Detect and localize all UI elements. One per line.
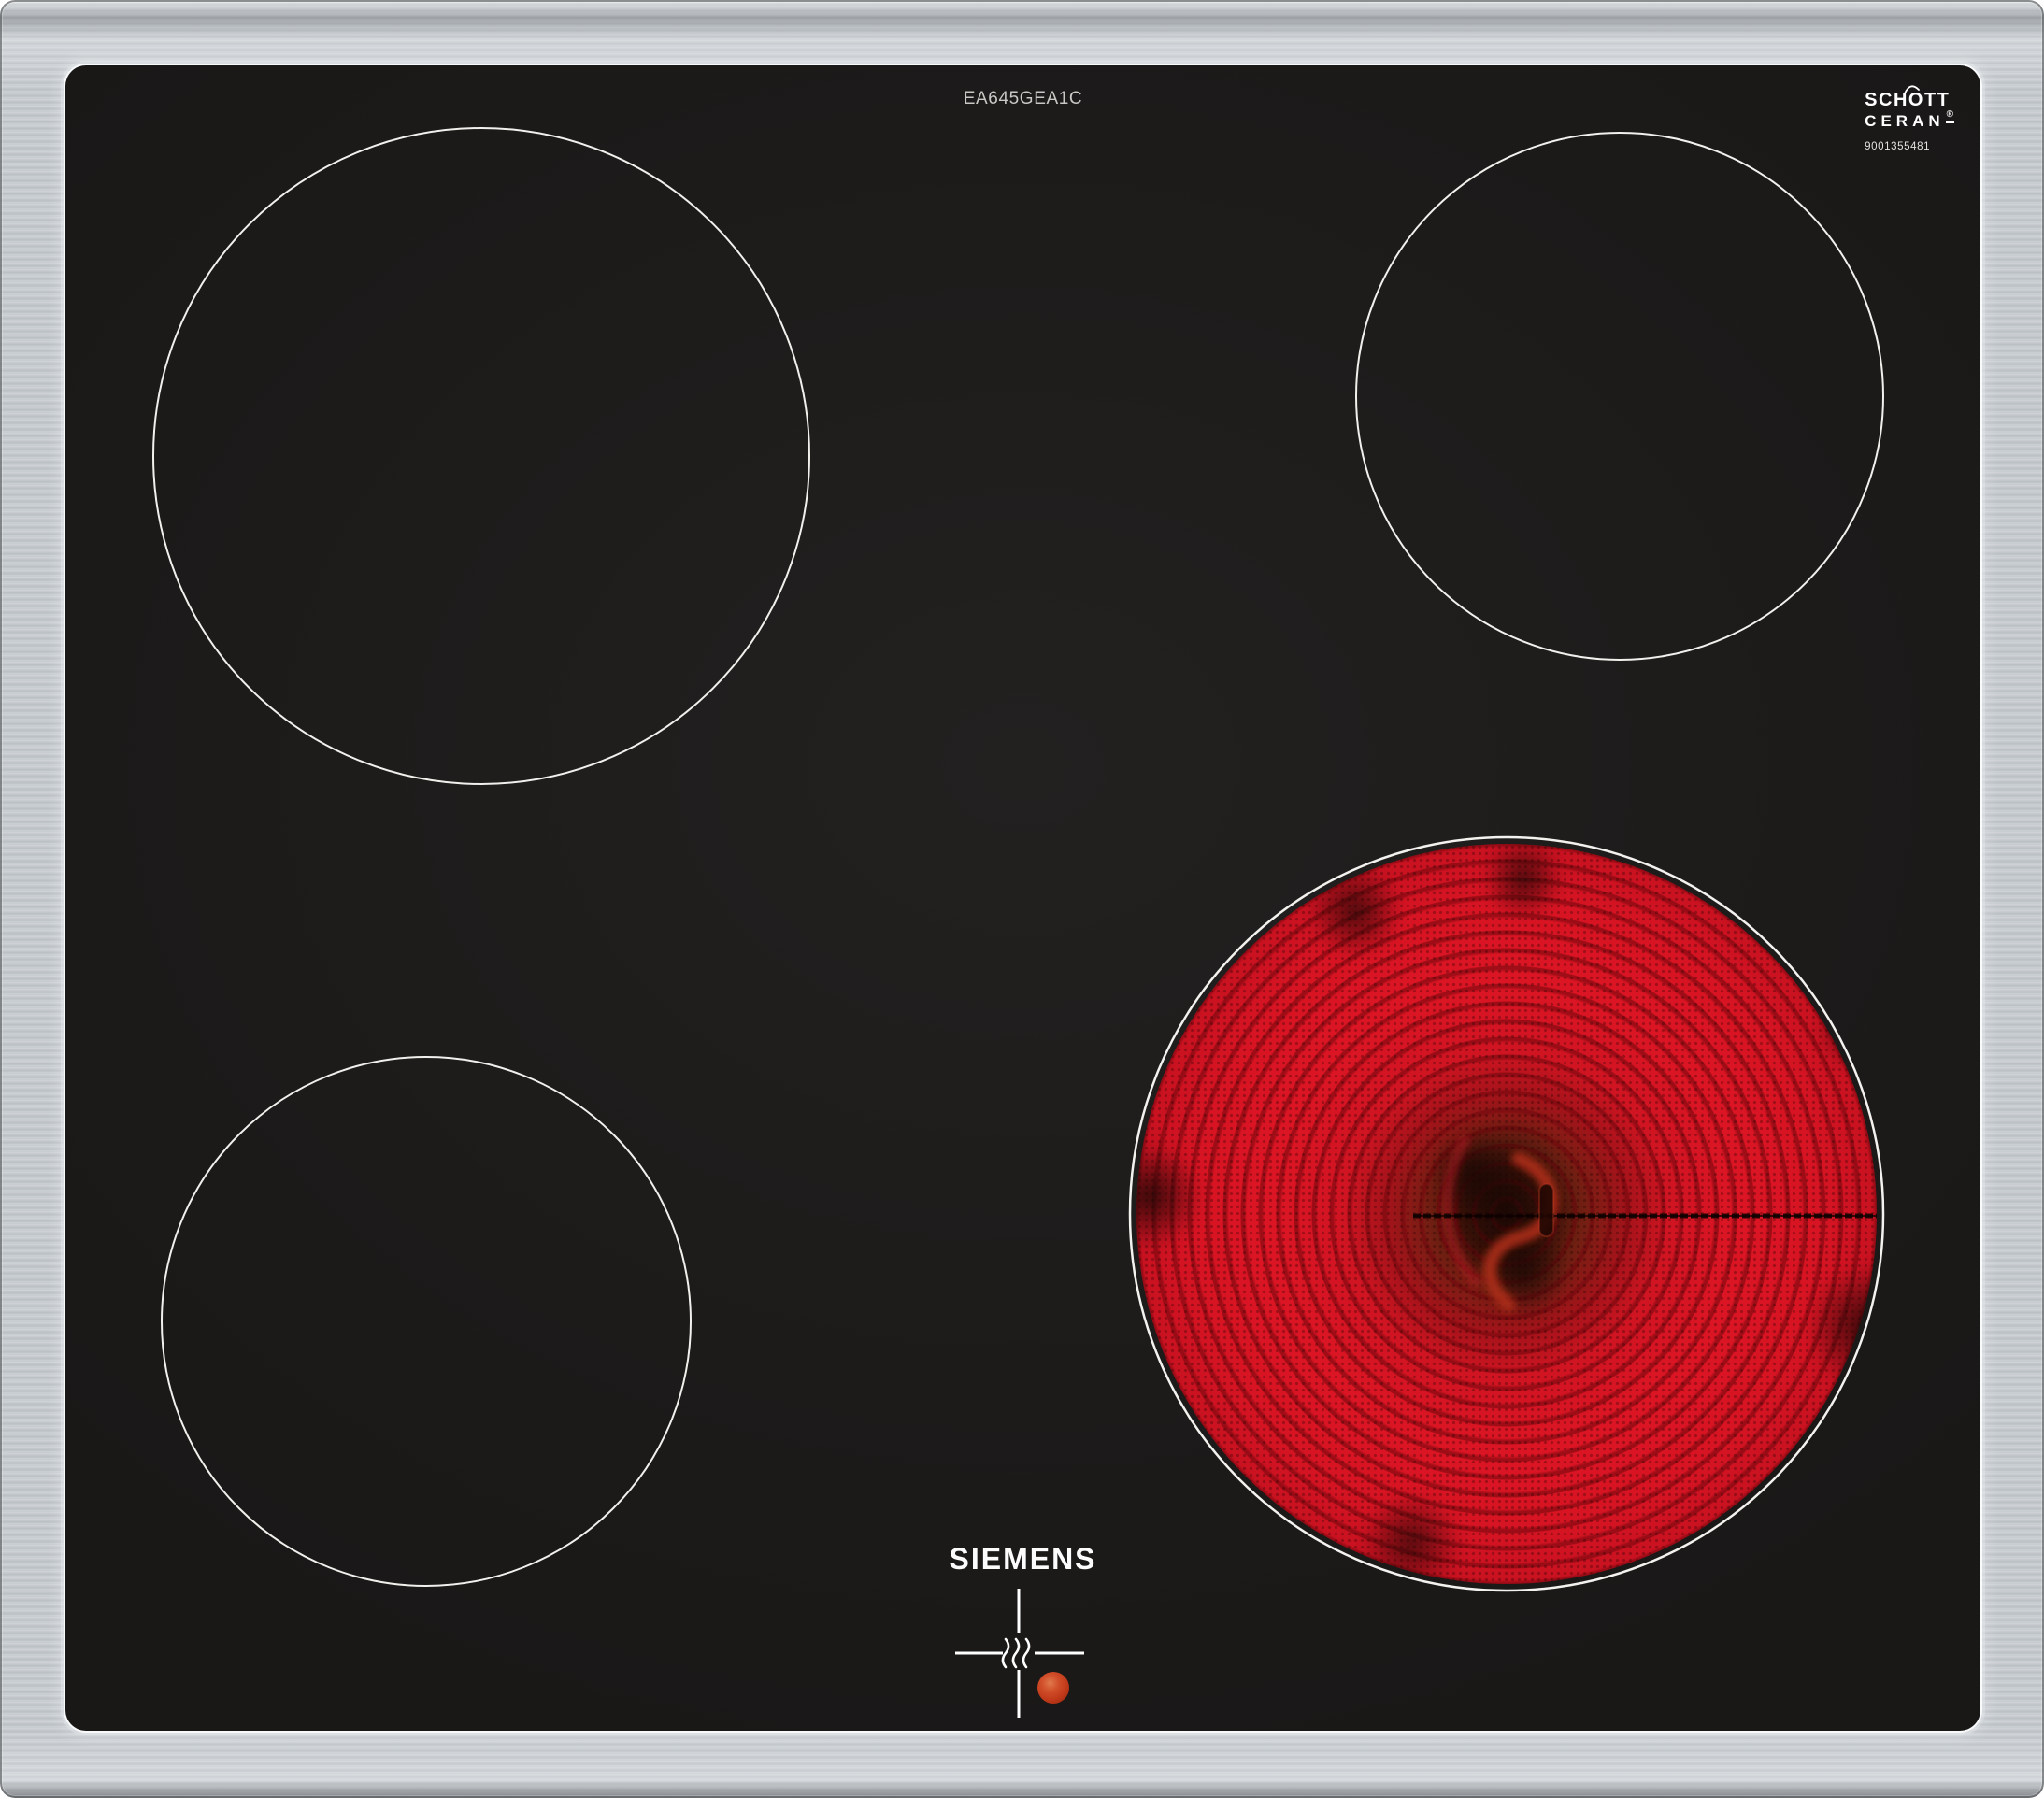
residual-heat-icon xyxy=(1003,1639,1029,1667)
element-shadow-patch xyxy=(1136,1121,1224,1271)
cooking-zone-rear-left-outline xyxy=(153,128,809,784)
cooktop-steel-frame: EA645GEA1C SCHOTT CERAN® 9001355481 xyxy=(0,0,2044,1798)
element-shadow-patch xyxy=(1341,1472,1481,1584)
zone-marking-cross xyxy=(955,1589,1084,1718)
cooking-zone-rear-right-outline xyxy=(1356,133,1883,660)
ceramic-glass-surface: EA645GEA1C SCHOTT CERAN® 9001355481 xyxy=(65,65,1980,1731)
element-shadow-patch xyxy=(1799,967,1877,1089)
serial-number: 9001355481 xyxy=(1865,141,1954,152)
schott-swoosh-icon xyxy=(1904,83,1921,96)
ceran-text: CERAN xyxy=(1865,112,1944,130)
element-shadow-patch xyxy=(1467,844,1579,935)
radiant-heating-element-glow xyxy=(1136,844,1877,1584)
cooking-zone-front-left-outline xyxy=(162,1057,691,1586)
element-shadow-patch xyxy=(1780,1238,1877,1416)
element-center-dark-area xyxy=(1458,1206,1589,1336)
siemens-logo: SIEMENS xyxy=(949,1542,1096,1577)
hot-zone-indicator-dot xyxy=(1037,1672,1069,1704)
schott-wordmark: SCHOTT xyxy=(1865,91,1954,109)
registered-trademark-icon: ® xyxy=(1946,110,1954,123)
ceran-wordmark: CERAN® xyxy=(1865,113,1954,129)
model-number: EA645GEA1C xyxy=(964,89,1082,109)
schott-ceran-logo: SCHOTT CERAN® 9001355481 xyxy=(1865,91,1954,152)
element-shadow-patch xyxy=(1290,846,1421,977)
